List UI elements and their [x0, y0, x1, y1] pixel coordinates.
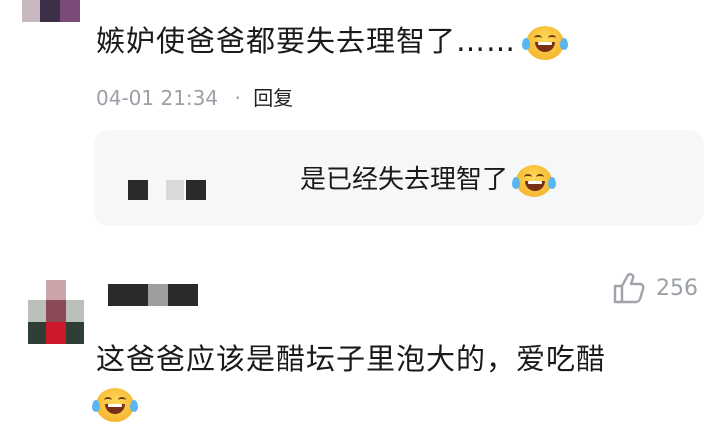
comment-text-2: 这爸爸应该是醋坛子里泡大的，爱吃醋 — [96, 342, 607, 376]
laughing-crying-emoji-icon — [512, 164, 557, 197]
avatar[interactable] — [28, 280, 84, 344]
laughing-crying-emoji-icon — [92, 388, 138, 422]
avatar-top[interactable] — [22, 0, 82, 22]
comment-text: 嫉妒使爸爸都要失去理智了…… — [96, 18, 569, 64]
reply-button[interactable]: 回复 — [253, 86, 293, 110]
laughing-crying-emoji-icon — [522, 26, 569, 60]
reply-author-mosaic[interactable] — [128, 180, 210, 200]
reply-text-content: 是已经失去理智了 — [300, 165, 509, 195]
laughing-crying-emoji-row — [92, 388, 138, 422]
meta-separator: · — [234, 86, 241, 110]
username-mosaic[interactable] — [108, 284, 208, 306]
timestamp: 04-01 21:34 — [96, 86, 219, 110]
like-count: 256 — [656, 275, 698, 301]
comment-text-content: 嫉妒使爸爸都要失去理智了…… — [96, 24, 517, 58]
comment-meta: 04-01 21:34 · 回复 — [96, 82, 293, 111]
reply-text: 是已经失去理智了 — [300, 160, 557, 200]
like-area[interactable]: 256 — [612, 272, 698, 304]
thumbs-up-icon[interactable] — [612, 272, 646, 304]
